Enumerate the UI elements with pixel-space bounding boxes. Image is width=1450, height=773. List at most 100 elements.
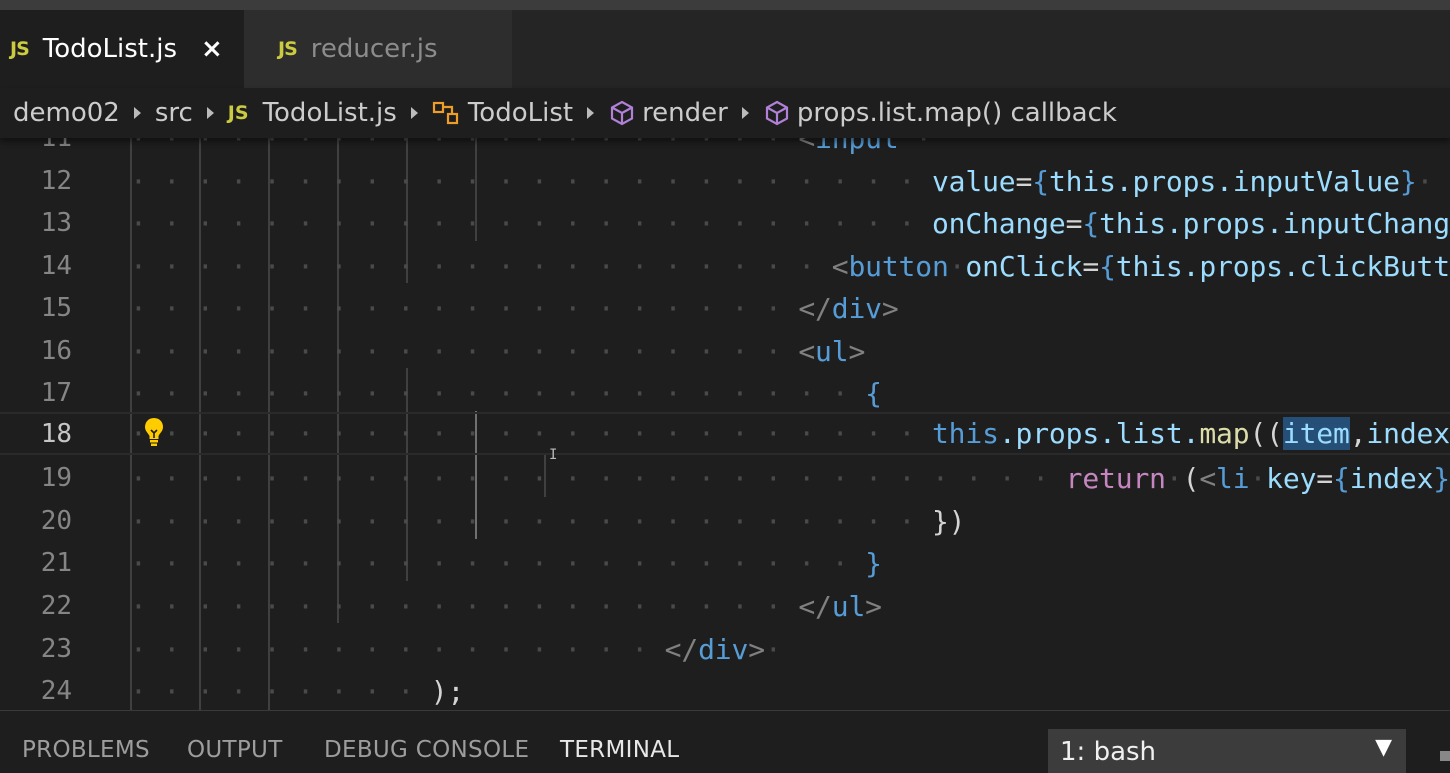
attribute-name: value xyxy=(931,165,1016,198)
expression: this.props.clickButton xyxy=(1115,250,1450,283)
breadcrumb-item-src[interactable]: src xyxy=(155,98,193,128)
code-line-20: 20 · · · · · · · · · · · · · · · · · · ·… xyxy=(0,500,1450,543)
keyword-return: return xyxy=(1065,462,1166,495)
code-content: · · · · · · · · · · · · · · · · · · · · … xyxy=(130,377,882,410)
tag-name: button xyxy=(848,250,949,283)
chevron-right-icon xyxy=(587,107,595,119)
breadcrumb-item-file[interactable]: TodoList.js xyxy=(263,98,397,128)
tab-output[interactable]: OUTPUT xyxy=(187,737,283,763)
line-number: 16 xyxy=(40,336,72,366)
line-number: 12 xyxy=(40,166,72,196)
code-content: · · · · · · · · · · · · · · · · · · · · … xyxy=(130,505,966,538)
bottom-panel: PROBLEMS OUTPUT DEBUG CONSOLE TERMINAL 1… xyxy=(0,710,1450,773)
code-line-13: 13 · · · · · · · · · · · · · · · · · · ·… xyxy=(0,202,1450,245)
tab-label: TodoList.js xyxy=(42,34,178,64)
close-icon[interactable]: × xyxy=(201,34,223,64)
expression: this.props.inputValue xyxy=(1048,165,1400,198)
line-number: 20 xyxy=(40,506,72,536)
line-number: 15 xyxy=(40,293,72,323)
code-line-12: 12 · · · · · · · · · · · · · · · · · · ·… xyxy=(0,160,1450,203)
chevron-down-icon: ▼ xyxy=(1375,735,1392,760)
code-line-17: 17 · · · · · · · · · · · · · · · · · · ·… xyxy=(0,372,1450,415)
code-line-11: 11 · · · · · · · · · · · · · · · · · · ·… xyxy=(0,138,1450,160)
closing-paren: ); xyxy=(430,675,465,708)
panel-action-icon[interactable] xyxy=(1440,751,1450,761)
chevron-right-icon xyxy=(410,107,418,119)
code-line-14: 14 · · · · · · · · · · · · · · · · · · ·… xyxy=(0,245,1450,288)
open-brace: { xyxy=(865,377,882,410)
line-number: 14 xyxy=(40,251,72,281)
line-number: 19 xyxy=(40,463,72,493)
code-content: · · · · · · · · · · · · · · · · · · · · … xyxy=(130,138,932,160)
js-file-icon: JS xyxy=(10,38,30,60)
code-line-15: 15 · · · · · · · · · · · · · · · · · · ·… xyxy=(0,287,1450,330)
method-icon xyxy=(608,99,636,127)
code-content: · · · · · · · · · · · · · · · · · · · · … xyxy=(130,245,1450,288)
line-number: 24 xyxy=(40,676,72,706)
code-content: · · · · · · · · · · · · · · · · · · · · … xyxy=(130,462,1450,495)
method-icon xyxy=(763,99,791,127)
text-cursor-icon: I xyxy=(549,447,558,463)
code-content: · · · · · · · · · · · · · · · · </div>· xyxy=(130,633,782,666)
tag-name: ul xyxy=(831,590,866,623)
code-line-18: 18 · · · · · · · · · · · · · · · · · · ·… xyxy=(0,412,1450,455)
line-number: 18 xyxy=(40,419,72,449)
code-line-24: 24 · · · · · · · · · ); xyxy=(0,670,1450,710)
code-content: · · · · · · · · · · · · · · · · · · · · … xyxy=(130,335,866,368)
code-content: · · · · · · · · · · · · · · · · · · · · … xyxy=(130,292,899,325)
code-content: · · · · · · · · · · · · · · · · · · · · … xyxy=(130,165,1434,198)
chevron-right-icon xyxy=(206,107,214,119)
function-name: map xyxy=(1199,417,1250,450)
line-number: 21 xyxy=(40,548,72,578)
line-number: 13 xyxy=(40,208,72,238)
terminal-select-value: 1: bash xyxy=(1060,737,1157,767)
code-content: · · · · · · · · · · · · · · · · · · · · … xyxy=(130,590,882,623)
tag-name: input xyxy=(815,138,899,155)
chevron-right-icon xyxy=(133,107,141,119)
breadcrumb-item-method[interactable]: render xyxy=(642,98,728,128)
tab-todolist-js[interactable]: JS TodoList.js × xyxy=(0,10,244,88)
line-number: 17 xyxy=(40,378,72,408)
breadcrumb-item-folder[interactable]: demo02 xyxy=(13,98,120,128)
code-line-16: 16 · · · · · · · · · · · · · · · · · · ·… xyxy=(0,330,1450,373)
chevron-right-icon xyxy=(741,107,749,119)
member-chain: .props.list. xyxy=(998,417,1200,450)
attribute-name: onClick xyxy=(965,250,1083,283)
tag-name: ul xyxy=(815,335,849,368)
expression: this.props.inputChange xyxy=(1099,207,1450,240)
tag-name: li xyxy=(1216,462,1250,495)
tag-name: div xyxy=(698,633,749,666)
code-content: · · · · · · · · · · · · · · · · · · · · … xyxy=(130,202,1450,245)
breadcrumb-item-class[interactable]: TodoList xyxy=(468,98,573,128)
tab-reducer-js[interactable]: JS reducer.js xyxy=(244,10,512,88)
close-brace: } xyxy=(865,547,882,580)
tab-problems[interactable]: PROBLEMS xyxy=(22,737,150,763)
code-line-22: 22 · · · · · · · · · · · · · · · · · · ·… xyxy=(0,585,1450,628)
tab-debug-console[interactable]: DEBUG CONSOLE xyxy=(324,737,529,763)
breadcrumb: demo02 src JS TodoList.js TodoList rende… xyxy=(0,88,1450,138)
editor-tab-bar: JS TodoList.js × JS reducer.js xyxy=(0,10,1450,88)
tag-name: div xyxy=(831,292,882,325)
tab-terminal[interactable]: TERMINAL xyxy=(560,737,679,763)
line-number: 22 xyxy=(40,591,72,621)
attribute-name: key xyxy=(1266,462,1317,495)
keyword-this: this xyxy=(931,417,999,450)
code-line-23: 23 · · · · · · · · · · · · · · · · </div… xyxy=(0,628,1450,671)
code-content: · · · · · · · · · · · · · · · · · · · · … xyxy=(130,547,882,580)
line-number: 11 xyxy=(40,138,72,153)
closing-brackets: }) xyxy=(931,505,966,538)
js-file-icon: JS xyxy=(227,102,249,124)
window-top-strip xyxy=(0,0,1450,10)
param-index: index xyxy=(1366,417,1450,450)
code-content: · · · · · · · · · ); xyxy=(130,675,465,708)
code-editor[interactable]: 11 · · · · · · · · · · · · · · · · · · ·… xyxy=(0,138,1450,710)
attribute-name: onChange xyxy=(931,207,1066,240)
terminal-select[interactable]: 1: bash ▼ xyxy=(1048,729,1406,773)
tab-label: reducer.js xyxy=(310,34,438,64)
breadcrumb-item-callback[interactable]: props.list.map() callback xyxy=(797,98,1117,128)
line-number: 23 xyxy=(40,634,72,664)
param-item-highlighted: item xyxy=(1282,417,1350,450)
code-line-21: 21 · · · · · · · · · · · · · · · · · · ·… xyxy=(0,542,1450,585)
expression: index xyxy=(1349,462,1434,495)
class-icon xyxy=(432,100,462,126)
